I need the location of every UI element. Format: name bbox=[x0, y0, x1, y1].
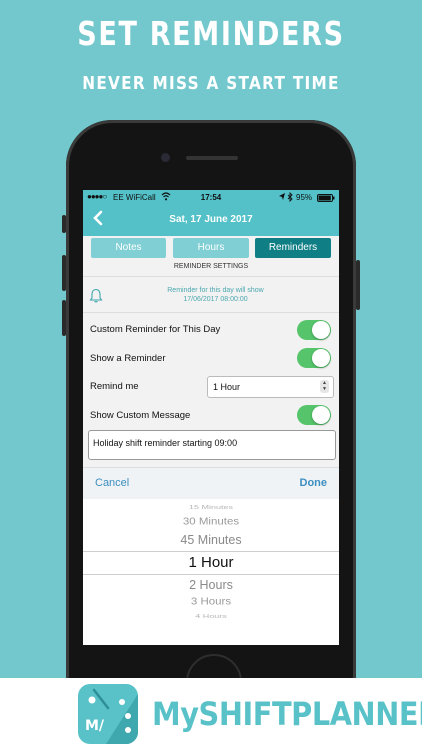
toggle-knob bbox=[312, 406, 330, 424]
app-screen: ●●●●○ EE WiFiCall 17:54 95% Sat, 17 June… bbox=[83, 190, 339, 645]
battery-icon bbox=[317, 194, 335, 204]
remind-me-select[interactable]: 1 Hour ▲ ▼ bbox=[207, 376, 334, 398]
picker-option[interactable]: 2 Hours bbox=[83, 578, 339, 592]
custom-reminder-toggle[interactable] bbox=[297, 320, 331, 340]
tab-bar: Notes Hours Reminders bbox=[83, 236, 339, 260]
picker-option[interactable]: 45 Minutes bbox=[83, 533, 339, 547]
show-reminder-toggle[interactable] bbox=[297, 348, 331, 368]
show-reminder-label: Show a Reminder bbox=[90, 353, 166, 364]
power-button bbox=[356, 260, 360, 310]
logo-text: M/ bbox=[85, 718, 105, 734]
toggle-knob bbox=[312, 321, 330, 339]
app-logo: M/ bbox=[78, 684, 138, 744]
divider bbox=[83, 312, 339, 313]
promo-title: SET REMINDERS bbox=[77, 14, 345, 53]
remind-me-value: 1 Hour bbox=[213, 382, 241, 392]
show-custom-message-toggle[interactable] bbox=[297, 405, 331, 425]
tab-reminders[interactable]: Reminders bbox=[255, 238, 331, 258]
bluetooth-icon bbox=[287, 191, 293, 204]
picker-selection-line bbox=[83, 574, 339, 575]
tab-notes[interactable]: Notes bbox=[91, 238, 166, 258]
up-down-arrows-icon: ▲ ▼ bbox=[320, 380, 329, 393]
promo-subtitle: NEVER MISS A START TIME bbox=[82, 73, 340, 94]
status-bar: ●●●●○ EE WiFiCall 17:54 95% bbox=[83, 190, 339, 206]
section-label: REMINDER SETTINGS bbox=[173, 263, 249, 270]
picker-option-selected[interactable]: 1 Hour bbox=[83, 554, 339, 571]
custom-message-field[interactable]: Holiday shift reminder starting 09:00 bbox=[88, 430, 336, 460]
picker-toolbar: Cancel Done bbox=[83, 467, 339, 500]
picker-option[interactable]: 15 Minutes bbox=[83, 504, 339, 510]
nav-bar: Sat, 17 June 2017 bbox=[83, 206, 339, 236]
location-arrow-icon bbox=[278, 192, 286, 203]
picker-option[interactable]: 4 Hours bbox=[83, 613, 339, 619]
toggle-knob bbox=[312, 349, 330, 367]
tab-hours[interactable]: Hours bbox=[173, 238, 249, 258]
volume-down-button bbox=[62, 300, 66, 336]
custom-reminder-label: Custom Reminder for This Day bbox=[90, 324, 221, 335]
bell-icon bbox=[89, 288, 103, 304]
page-title: Sat, 17 June 2017 bbox=[169, 214, 253, 225]
custom-message-text: Holiday shift reminder starting 09:00 bbox=[93, 438, 238, 448]
mute-switch bbox=[62, 215, 66, 233]
show-custom-message-label: Show Custom Message bbox=[90, 410, 191, 421]
reminder-info-line2: 17/06/2017 08:00:00 bbox=[183, 296, 248, 303]
picker-selection-line bbox=[83, 551, 339, 552]
remind-me-label: Remind me bbox=[90, 381, 139, 392]
picker-option[interactable]: 30 Minutes bbox=[83, 517, 339, 527]
picker-wheel[interactable]: 15 Minutes 30 Minutes 45 Minutes 1 Hour … bbox=[83, 499, 339, 645]
brand-name: MySHIFTPLANNER bbox=[152, 695, 422, 733]
speaker-grille bbox=[186, 156, 238, 160]
camera-icon bbox=[161, 153, 170, 162]
divider bbox=[83, 276, 339, 277]
cancel-button[interactable]: Cancel bbox=[95, 477, 129, 489]
reminder-info-line1: Reminder for this day will show bbox=[167, 287, 264, 294]
battery-percent: 95% bbox=[296, 193, 313, 202]
done-button[interactable]: Done bbox=[300, 477, 328, 489]
volume-up-button bbox=[62, 255, 66, 291]
picker-option[interactable]: 3 Hours bbox=[83, 597, 339, 607]
